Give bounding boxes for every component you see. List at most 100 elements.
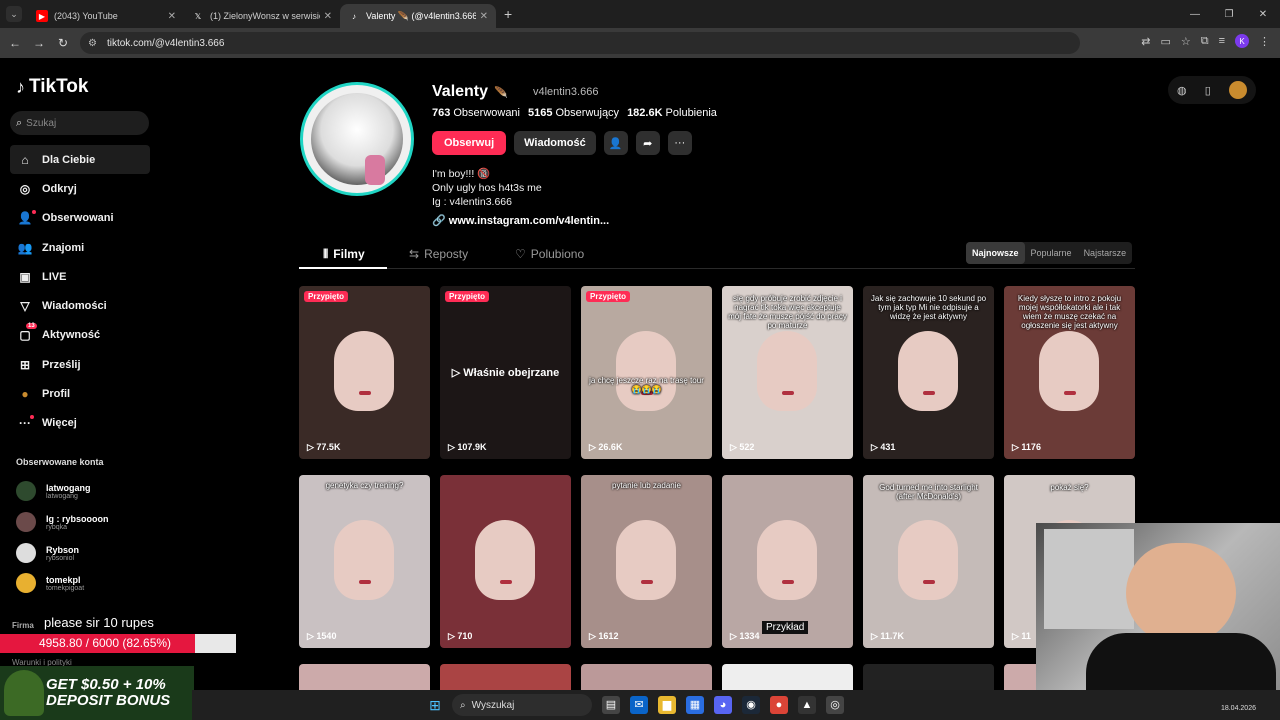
sidebar-item-following[interactable]: 👤 Obserwowani <box>10 204 150 233</box>
tab-videos[interactable]: ⦀ Filmy <box>323 247 365 262</box>
video-thumbnail[interactable]: pytanie lub zadanie ▷ 1612 <box>581 475 712 648</box>
sidebar-item-explore[interactable]: ◎ Odkryj <box>10 174 150 203</box>
chrome-icon[interactable]: ● <box>770 696 788 714</box>
tab-label: Reposty <box>424 247 469 261</box>
taskbar-search[interactable]: ⌕ Wyszukaj <box>452 694 592 716</box>
followers-stat[interactable]: 5165 Obserwujący <box>528 107 619 119</box>
sort-oldest[interactable]: Najstarsze <box>1078 242 1133 264</box>
explorer-icon[interactable]: ▆ <box>658 696 676 714</box>
close-tab-icon[interactable]: ✕ <box>168 11 176 22</box>
share-icon[interactable]: ➦ <box>635 131 660 155</box>
sidebar-item-label: Aktywność <box>42 329 101 342</box>
tab-reposts[interactable]: ⇆ Reposty <box>409 247 468 261</box>
outlook-icon[interactable]: ✉ <box>630 696 648 714</box>
message-button[interactable]: Wiadomość <box>514 131 596 155</box>
translate-icon[interactable]: ⇄ <box>1141 35 1150 48</box>
close-window-icon[interactable]: ✕ <box>1246 9 1280 20</box>
coin-icon[interactable]: ◍ <box>1177 84 1187 97</box>
steam-icon[interactable]: ◉ <box>742 696 760 714</box>
follow-button[interactable]: Obserwuj <box>432 131 507 155</box>
activity-icon: ▢ <box>19 328 31 343</box>
sidebar-item-for-you[interactable]: ⌂ Dla Ciebie <box>10 145 150 175</box>
active-tab-underline <box>299 267 387 269</box>
friends-icon: 👥 <box>17 240 33 255</box>
person-lips <box>359 391 371 395</box>
donation-progress-bar: 4958.80 / 6000 (82.65%) <box>0 634 236 653</box>
windows-start-icon[interactable]: ⊞ <box>427 697 443 713</box>
my-avatar[interactable] <box>1228 81 1247 99</box>
extensions-icon[interactable]: ⧉ <box>1201 35 1209 48</box>
search-input[interactable]: ⌕ Szukaj <box>10 111 149 135</box>
person-face <box>757 520 817 600</box>
tiktok-logo[interactable]: ♪ TikTok <box>16 76 88 98</box>
video-thumbnail[interactable]: Jak się zachowuje 10 sekund po tym jak t… <box>863 286 994 459</box>
tiktok-icon: ♪ <box>352 11 356 21</box>
browser-tab-active[interactable]: ♪ Valenty 🪶 (@v4lentin3.666) ✕ <box>340 4 496 28</box>
close-tab-icon[interactable]: ✕ <box>480 11 488 22</box>
extensions-area: ⇄ ▭ ☆ ⧉ ≡ K ⋮ <box>1141 34 1270 48</box>
account-avatar[interactable]: K <box>1235 34 1249 48</box>
maximize-icon[interactable]: ❐ <box>1212 9 1246 20</box>
video-thumbnail[interactable]: ▷ 710 <box>440 475 571 648</box>
account-name: Ig : rybsoooon <box>46 513 109 524</box>
sidebar-item-more[interactable]: ··· Więcej <box>10 409 150 438</box>
back-icon[interactable]: ← <box>3 36 27 50</box>
url-field[interactable]: ⚙ tiktok.com/@v4lentin3.666 <box>80 32 1080 54</box>
reading-list-icon[interactable]: ≡ <box>1219 35 1225 47</box>
profile-stats: 763 Obserwowani 5165 Obserwujący 182.6K Pol… <box>432 107 717 119</box>
video-thumbnail[interactable]: Przypięto ▷ 77.5K <box>299 286 430 459</box>
task-view-icon[interactable]: ▤ <box>602 696 620 714</box>
followed-account[interactable]: Rybson rybsoniol <box>16 539 146 567</box>
sidebar-item-profile[interactable]: ● Profil <box>10 379 150 408</box>
taskbar-icons: ▤ ✉ ▆ ▦ ◕ ◉ ● ▲ ◎ <box>602 696 844 714</box>
sidebar-item-live[interactable]: ▣ LIVE <box>10 262 150 291</box>
view-count: ▷ 431 <box>871 442 895 453</box>
footer-company-link[interactable]: Firma <box>12 621 34 630</box>
streamer-webcam <box>1036 523 1280 706</box>
profile-link[interactable]: 🔗 www.instagram.com/v4lentin... <box>432 214 609 227</box>
app-icon[interactable]: ▲ <box>798 696 816 714</box>
add-friend-icon[interactable]: 👤 <box>603 131 628 155</box>
sidebar-item-activity[interactable]: 13 ▢ Aktywność <box>10 321 150 350</box>
sort-newest[interactable]: Najnowsze <box>966 242 1025 264</box>
sidebar-item-friends[interactable]: 👥 Znajomi <box>10 233 150 262</box>
tab-liked[interactable]: ♡ Polubiono <box>515 247 584 261</box>
video-thumbnail[interactable]: God turned me into starlight (after McDo… <box>863 475 994 648</box>
store-icon[interactable]: ▦ <box>686 696 704 714</box>
video-thumbnail[interactable]: Przypięto ▷ Właśnie obejrzane ▷ 107.9K <box>440 286 571 459</box>
sidebar-item-messages[interactable]: ▽ Wiadomości <box>10 291 150 320</box>
minimize-icon[interactable]: — <box>1178 9 1212 20</box>
phone-icon[interactable]: ▯ <box>1205 84 1211 97</box>
play-icon: ▷ <box>1012 631 1022 641</box>
obs-icon[interactable]: ◎ <box>826 696 844 714</box>
person-face <box>1039 331 1099 411</box>
close-tab-icon[interactable]: ✕ <box>324 11 332 22</box>
video-thumbnail[interactable]: Przypięto ja chcę jeszcze raz na trasę to… <box>581 286 712 459</box>
more-options-icon[interactable]: ··· <box>667 131 692 155</box>
forward-icon[interactable]: → <box>27 36 51 50</box>
video-thumbnail[interactable]: genetyka czy trening? ▷ 1540 <box>299 475 430 648</box>
sort-popular[interactable]: Popularne <box>1025 242 1078 264</box>
view-count-text: 1612 <box>598 631 619 641</box>
followed-account[interactable]: latwogang latwogang <box>16 477 146 505</box>
browser-tab[interactable]: ▶ (2043) YouTube ✕ <box>28 4 184 28</box>
following-stat[interactable]: 763 Obserwowani <box>432 107 520 119</box>
bookmark-star-icon[interactable]: ☆ <box>1181 35 1191 48</box>
sidebar-item-upload[interactable]: ⊞ Prześlij <box>10 350 150 379</box>
tab-label: Filmy <box>333 247 365 261</box>
account-handle: rybqka <box>46 523 68 531</box>
video-thumbnail[interactable]: Kiedy słyszę to intro z pokoju mojej wsp… <box>1004 286 1135 459</box>
discord-icon[interactable]: ◕ <box>714 696 732 714</box>
browser-menu-icon[interactable]: ⋮ <box>1259 35 1270 48</box>
browser-tab[interactable]: 𝕏 (1) ZielonyWonsz w serwisie X: ✕ <box>184 4 340 28</box>
site-info-icon[interactable]: ⚙ <box>88 38 97 49</box>
tab-search-icon[interactable]: ⌄ <box>6 6 22 22</box>
new-tab-icon[interactable]: + <box>504 6 512 22</box>
avatar <box>16 543 36 563</box>
video-thumbnail[interactable]: się gdy próbuje zrobić zdjęcie i nagrać … <box>722 286 853 459</box>
video-thumbnail[interactable]: Przykład ▷ 1334 <box>722 475 853 648</box>
cast-icon[interactable]: ▭ <box>1160 35 1170 48</box>
followed-account[interactable]: Ig : rybsoooon rybqka <box>16 508 146 536</box>
reload-icon[interactable]: ↻ <box>51 36 75 50</box>
followed-account[interactable]: tomekpl tomekpigoat <box>16 569 146 597</box>
